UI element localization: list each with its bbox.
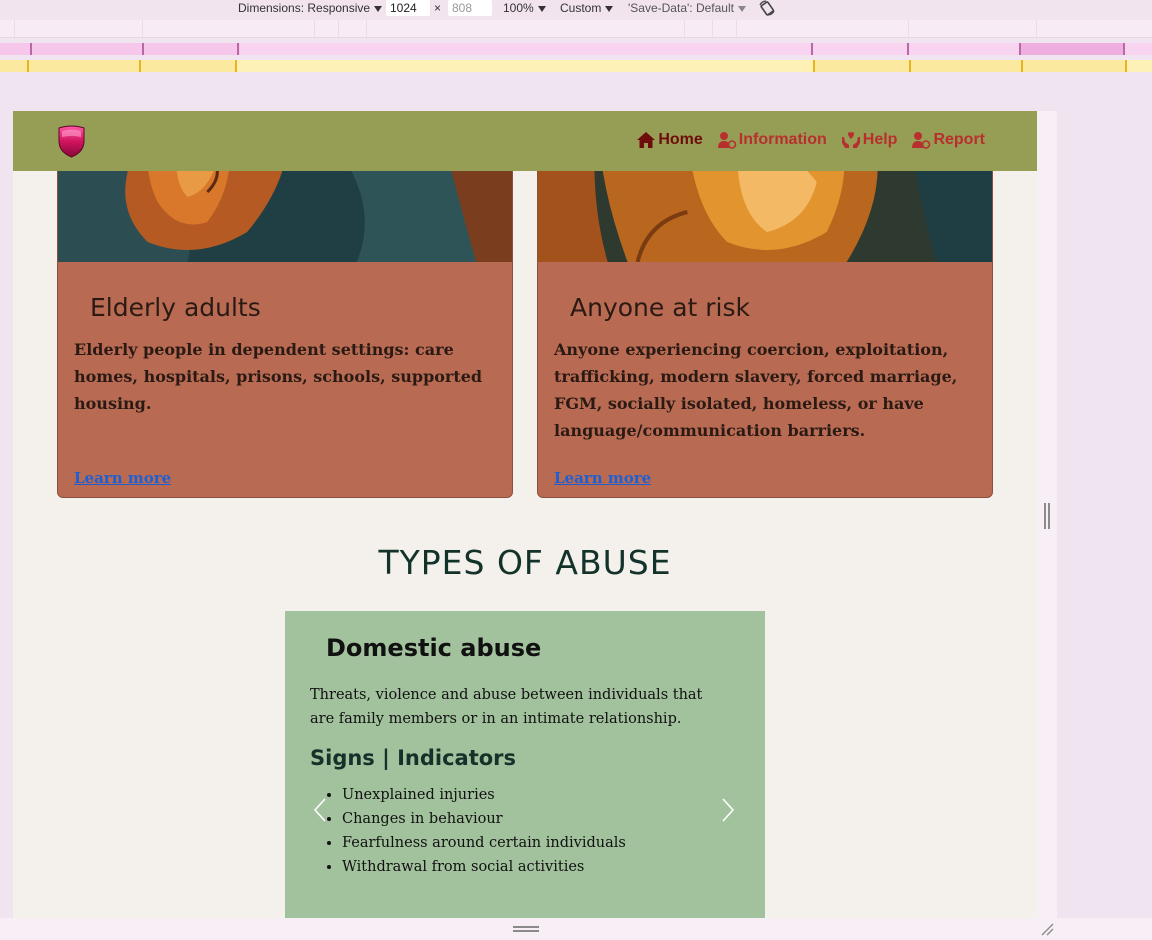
signs-list: Unexplained injuries Changes in behaviou… xyxy=(342,783,626,879)
shield-logo-icon[interactable] xyxy=(56,125,87,158)
throttle-label: Custom xyxy=(560,1,602,15)
dropdown-arrow-icon xyxy=(605,5,614,12)
ruler-tick xyxy=(684,20,685,37)
card-text: Elderly people in dependent settings: ca… xyxy=(74,340,483,413)
card-title: Anyone at risk xyxy=(570,293,751,322)
media-query-tick xyxy=(1123,43,1125,55)
ruler-tick xyxy=(366,20,367,37)
main-nav: Home Information Help Report xyxy=(636,131,985,149)
dimensions-dropdown[interactable]: Dimensions: Responsive xyxy=(238,1,383,15)
ruler-tick xyxy=(736,20,737,37)
ruler-tick xyxy=(712,20,713,37)
media-query-tick xyxy=(1125,60,1127,72)
slide-description: Threats, violence and abuse between indi… xyxy=(310,687,703,727)
media-query-bar-min-width[interactable] xyxy=(0,43,1152,55)
card-title: Elderly adults xyxy=(90,293,261,322)
times-sign: × xyxy=(434,1,442,15)
width-input[interactable]: 1024 xyxy=(386,0,430,16)
media-query-segment[interactable] xyxy=(0,60,237,72)
media-query-bar-max-width[interactable] xyxy=(0,60,1152,72)
list-item: Changes in behaviour xyxy=(342,807,626,831)
zoom-label: 100% xyxy=(503,1,534,15)
save-data-dropdown[interactable]: 'Save-Data': Default xyxy=(628,1,746,15)
learn-more-link[interactable]: Learn more xyxy=(74,469,171,487)
abuse-types-carousel: Domestic abuse Threats, violence and abu… xyxy=(285,611,765,918)
nav-help-label: Help xyxy=(862,131,898,148)
media-query-segment[interactable] xyxy=(0,43,240,55)
media-query-tick xyxy=(909,60,911,72)
media-query-tick xyxy=(237,43,239,55)
page-viewport: Home Information Help Report Elderly adu… xyxy=(13,111,1037,918)
ruler-tick xyxy=(314,20,315,37)
nav-information-label: Information xyxy=(738,131,827,148)
media-query-tick xyxy=(1019,43,1021,55)
nav-information-link[interactable]: Information xyxy=(717,131,827,149)
dropdown-arrow-icon xyxy=(737,5,746,12)
ruler-tick xyxy=(908,20,909,37)
media-query-tick xyxy=(27,60,29,72)
rotate-icon[interactable] xyxy=(758,0,776,16)
chevron-right-icon[interactable] xyxy=(721,797,735,823)
dropdown-arrow-icon xyxy=(537,5,546,12)
list-item: Fearfulness around certain individuals xyxy=(342,831,626,855)
slide-title: Domestic abuse xyxy=(326,634,542,662)
card-text: Anyone experiencing coercion, exploitati… xyxy=(554,340,958,440)
section-title: TYPES OF ABUSE xyxy=(378,543,672,582)
person-info-icon xyxy=(717,132,737,149)
ruler-tick xyxy=(1036,20,1037,37)
media-query-segment[interactable] xyxy=(1020,43,1125,55)
media-query-tick xyxy=(1021,60,1023,72)
media-query-tick xyxy=(235,60,237,72)
person-report-icon xyxy=(912,132,931,149)
hands-heart-icon xyxy=(841,132,860,148)
media-query-tick xyxy=(813,60,815,72)
save-data-label: 'Save-Data': Default xyxy=(628,1,734,15)
slide-subtitle: Signs | Indicators xyxy=(310,746,517,770)
list-item: Withdrawal from social activities xyxy=(342,855,626,879)
throttle-dropdown[interactable]: Custom xyxy=(560,1,614,15)
ruler-tick xyxy=(142,20,143,37)
nav-home-link[interactable]: Home xyxy=(636,131,703,149)
height-input[interactable]: 808 xyxy=(448,0,492,16)
media-query-tick xyxy=(907,43,909,55)
dropdown-arrow-icon xyxy=(374,5,383,12)
vertical-resize-handle[interactable] xyxy=(513,926,539,932)
media-query-tick xyxy=(811,43,813,55)
media-query-tick xyxy=(30,43,32,55)
horizontal-resize-handle[interactable] xyxy=(1044,503,1050,529)
dimensions-label: Dimensions: Responsive xyxy=(238,1,371,15)
corner-resize-icon[interactable] xyxy=(1040,922,1054,936)
media-query-tick xyxy=(142,43,144,55)
viewport-bottom-gutter xyxy=(0,918,1152,940)
chevron-left-icon[interactable] xyxy=(313,797,327,823)
media-query-ruler xyxy=(0,20,1152,38)
devtools-device-toolbar: Dimensions: Responsive 1024 × 808 100% C… xyxy=(0,0,1152,18)
list-item: Unexplained injuries xyxy=(342,783,626,807)
site-header: Home Information Help Report xyxy=(13,111,1037,171)
nav-home-label: Home xyxy=(658,131,703,148)
home-icon xyxy=(637,132,656,148)
ruler-tick xyxy=(14,20,15,37)
nav-report-link[interactable]: Report xyxy=(911,131,985,149)
ruler-tick xyxy=(338,20,339,37)
media-query-tick xyxy=(139,60,141,72)
nav-report-label: Report xyxy=(933,131,985,148)
nav-help-link[interactable]: Help xyxy=(841,131,898,149)
learn-more-link[interactable]: Learn more xyxy=(554,469,651,487)
media-query-segment[interactable] xyxy=(813,60,1126,72)
zoom-dropdown[interactable]: 100% xyxy=(503,1,546,15)
